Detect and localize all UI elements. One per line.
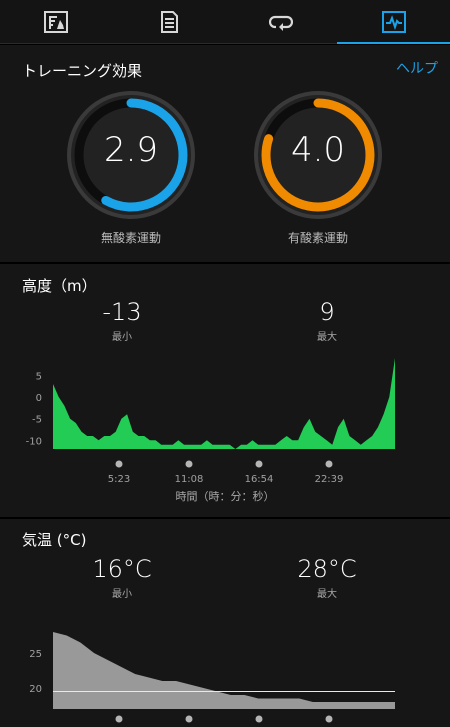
help-link[interactable]: ヘルプ [396,58,438,78]
temperature-x-tick-dot [185,715,193,723]
elevation-x-tick-dot [185,460,193,468]
temperature-max-label: 最大 [317,589,337,600]
aerobic-value: 2.9 [103,130,159,170]
tab-details[interactable] [113,0,226,44]
temperature-section: 気温 (°C) 16°C 最小 28°C 最大 25 20 [0,519,450,727]
document-icon [160,11,178,33]
temperature-y-tick: 20 [29,684,42,695]
elevation-x-tick-label: 16:54 [245,474,274,485]
temperature-min-value: 16°C [92,555,152,583]
elevation-x-tick-label: 5:23 [108,474,130,485]
temperature-max-value: 28°C [297,555,357,583]
anaerobic-label: 有酸素運動 [287,231,348,245]
tab-bar [0,0,450,44]
temperature-y-tick: 25 [29,649,42,660]
aerobic-gauge: 2.9 [66,90,196,220]
temperature-area [53,632,395,709]
elevation-y-tick: -5 [32,415,42,426]
temperature-x-tick-dot [255,715,263,723]
tab-summary[interactable] [0,0,113,44]
elevation-max-label: 最大 [317,332,337,343]
elevation-x-tick-dot [325,460,333,468]
temperature-chart: 25 20 [29,632,395,723]
elevation-y-tick: 0 [36,393,42,404]
laps-icon [269,15,294,31]
elevation-max-value: 9 [319,298,335,326]
temperature-min-label: 最小 [112,589,132,600]
elevation-area [53,358,395,449]
active-tab-indicator [337,42,450,44]
elevation-x-tick-label: 11:08 [175,474,204,485]
temperature-x-tick-dot [115,715,123,723]
elevation-x-tick-label: 22:39 [315,474,344,485]
anaerobic-value: 4.0 [290,130,346,170]
training-effect-section: トレーニング効果 ヘルプ 2.9 無酸素運動 4.0 有酸素運動 [0,45,450,262]
elevation-x-tick-dot [255,460,263,468]
elevation-chart: 5 0 -5 -10 5:23 11:08 16:54 22:39 [26,358,395,485]
elevation-y-tick: 5 [36,371,42,382]
aerobic-label: 無酸素運動 [100,231,161,245]
temperature-x-tick-dot [325,715,333,723]
tab-laps[interactable] [225,0,338,44]
elevation-min-label: 最小 [112,332,132,343]
elevation-axis-title: 時間（時：分：秒） [175,490,275,503]
anaerobic-gauge: 4.0 [253,90,383,220]
temperature-title: 気温 (°C) [22,531,87,549]
elevation-section: 高度（m） -13 最小 9 最大 5 0 -5 -10 5:23 11:08 16:54… [0,264,450,517]
elevation-min-value: -13 [102,298,142,326]
tab-charts[interactable] [338,0,450,44]
elevation-y-tick: -10 [26,436,42,447]
chart-icon [381,11,406,33]
elevation-x-tick-dot [115,460,123,468]
flag-chart-icon [44,11,69,33]
elevation-title: 高度（m） [22,277,97,295]
training-effect-title: トレーニング効果 [22,62,143,80]
